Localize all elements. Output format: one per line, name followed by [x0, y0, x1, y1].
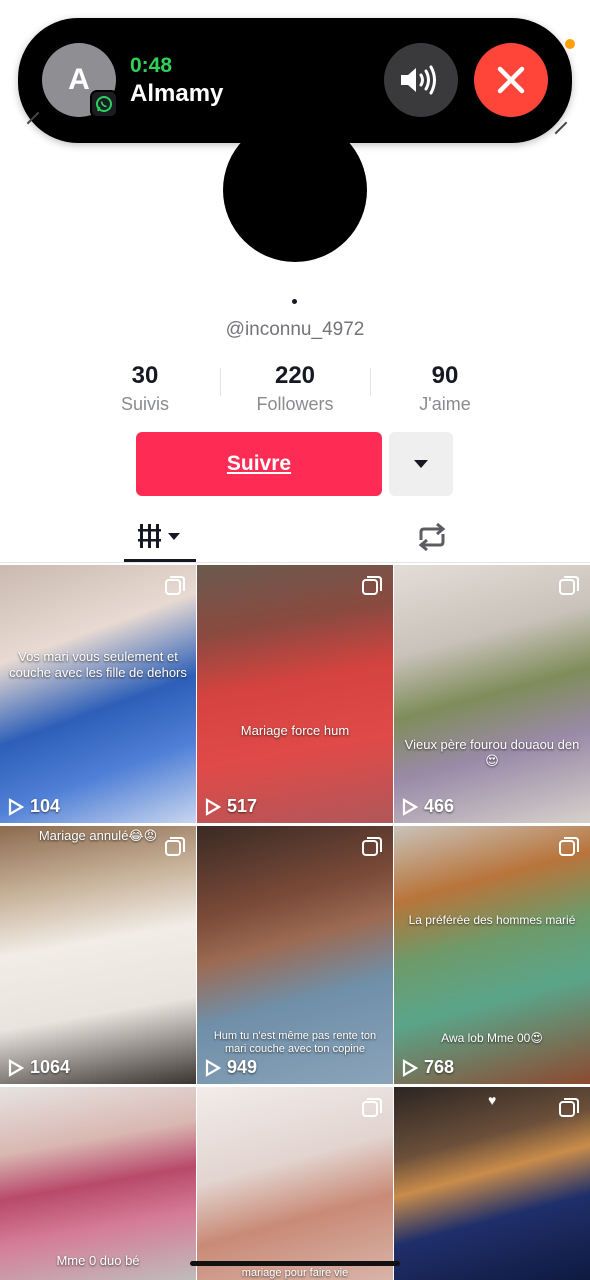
video-views: 949	[205, 1057, 257, 1078]
stat-label: Suivis	[120, 394, 169, 414]
video-tile[interactable]: Hum tu n'est même pas rente ton mari cou…	[197, 826, 393, 1084]
tab-videos[interactable]	[124, 512, 196, 562]
stat-value: 90	[431, 362, 459, 389]
video-caption: Mariage force hum	[240, 723, 350, 738]
view-count: 1064	[30, 1057, 71, 1077]
video-tile[interactable]: mariage pour faire vie	[197, 1087, 393, 1280]
call-timer: 0:48	[130, 54, 173, 77]
view-count: 104	[30, 796, 61, 816]
tab-reposts[interactable]	[396, 512, 468, 562]
display-name-dot	[292, 299, 297, 304]
mic-indicator-dot	[565, 39, 575, 49]
video-views: 768	[402, 1057, 454, 1078]
play-icon	[402, 1058, 418, 1077]
end-call-icon	[497, 66, 525, 94]
video-tile[interactable]: Mme 0 duo bé	[0, 1087, 196, 1280]
end-call-button[interactable]	[474, 43, 548, 117]
caller-initial: A	[68, 63, 90, 96]
speaker-button[interactable]	[384, 43, 458, 117]
play-icon	[205, 797, 221, 816]
stat-following[interactable]: 30 Suivis	[70, 362, 220, 415]
video-tile[interactable]: Mariage force hum 517	[197, 565, 393, 823]
tabs-divider	[0, 562, 590, 563]
multi-photo-icon	[165, 576, 185, 595]
username: @inconnu_4972	[225, 319, 365, 340]
repost-icon	[418, 522, 446, 552]
view-count: 517	[227, 796, 258, 816]
video-caption: Vos mari vous seulement et couche avec l…	[9, 649, 187, 680]
video-tile[interactable]	[394, 1087, 590, 1280]
video-views: 517	[205, 796, 257, 817]
play-icon	[205, 1058, 221, 1077]
video-caption-secondary: Awa lob Mme 00😍	[441, 1031, 543, 1045]
video-views: 1064	[8, 1057, 70, 1078]
stat-value: 220	[274, 362, 316, 389]
video-caption: Mariage annulé😂😡	[38, 828, 158, 843]
multi-photo-icon	[165, 837, 185, 856]
follow-button[interactable]: Suivre	[136, 432, 382, 496]
suggested-accounts-button[interactable]	[389, 432, 453, 496]
video-caption: Hum tu n'est même pas rente ton mari cou…	[213, 1030, 377, 1055]
video-views: 466	[402, 796, 454, 817]
view-count: 466	[424, 796, 455, 816]
view-count: 949	[227, 1057, 258, 1077]
video-caption: Vieux père fourou douaou den😍	[404, 737, 580, 768]
home-indicator[interactable]	[190, 1261, 400, 1266]
video-views: 104	[8, 796, 60, 817]
stat-label: Followers	[256, 394, 334, 414]
speaker-icon	[401, 65, 436, 95]
video-caption: mariage pour faire vie	[241, 1267, 349, 1279]
multi-photo-icon	[362, 1098, 382, 1117]
whatsapp-icon	[90, 90, 118, 118]
caller-name: Almamy	[130, 80, 224, 107]
video-tile[interactable]: Vieux père fourou douaou den😍 466	[394, 565, 590, 823]
multi-photo-icon	[559, 576, 579, 595]
heart-icon: ♥	[488, 1092, 497, 1108]
stat-value: 30	[131, 362, 159, 389]
video-caption: Mme 0 duo bé	[56, 1253, 140, 1268]
video-tile[interactable]: Mariage annulé😂😡 1064	[0, 826, 196, 1084]
video-caption: La préférée des hommes marié	[408, 913, 576, 927]
play-icon	[8, 797, 24, 816]
stat-followers[interactable]: 220 Followers	[220, 362, 370, 415]
multi-photo-icon	[559, 837, 579, 856]
video-tile[interactable]: La préférée des hommes marié Awa lob Mme…	[394, 826, 590, 1084]
play-icon	[402, 797, 418, 816]
view-count: 768	[424, 1057, 455, 1077]
multi-photo-icon	[362, 837, 382, 856]
caret-down-icon	[414, 460, 428, 468]
stat-likes[interactable]: 90 J'aime	[370, 362, 520, 415]
play-icon	[8, 1058, 24, 1077]
multi-photo-icon	[559, 1098, 579, 1117]
grid-icon	[138, 523, 180, 548]
video-tile[interactable]: Vos mari vous seulement et couche avec l…	[0, 565, 196, 823]
profile-avatar[interactable]	[223, 118, 367, 262]
multi-photo-icon	[362, 576, 382, 595]
stat-label: J'aime	[419, 394, 471, 414]
